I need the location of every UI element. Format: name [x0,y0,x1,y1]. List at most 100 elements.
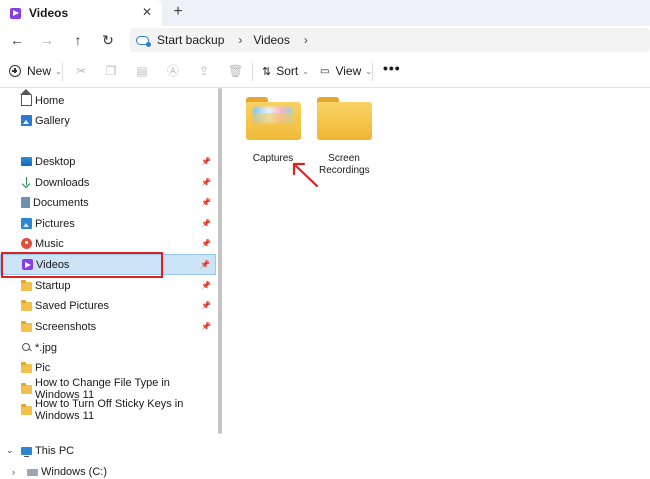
sidebar-item-gallery[interactable]: Gallery [0,110,216,131]
home-icon [20,89,32,106]
close-tab-icon[interactable]: ✕ [142,5,152,19]
pin-icon[interactable]: 📌 [200,260,210,269]
pin-icon[interactable]: 📌 [201,322,211,331]
chevron-down-icon: ⌄ [365,66,372,76]
delete-icon[interactable]: 🗑 [228,64,243,78]
share-icon[interactable]: ⇪ [197,64,211,78]
sidebar-item-label: This PC [35,444,75,457]
new-tab-button[interactable]: + [170,3,186,21]
chevron-right-icon[interactable]: › [304,33,308,47]
sidebar-item-label: Pic [35,361,51,374]
videos-icon [10,7,21,19]
breadcrumb-start-backup[interactable]: Start backup [157,33,224,47]
sidebar-item-label: Saved Pictures [35,299,109,312]
new-label: New [27,64,52,78]
rename-icon[interactable]: Ⓐ [166,64,180,78]
sidebar-item-pic[interactable]: Pic [0,357,216,378]
folder-icon [21,383,32,394]
divider [252,63,253,81]
chevron-right-icon[interactable]: › [238,33,242,47]
sidebar-item-label: Home [35,94,65,107]
sidebar-item-pictures[interactable]: Pictures 📌 [0,213,216,234]
view-icon: ▭ [320,65,330,77]
navigation-bar: ← → ↑ ↻ Start backup › Videos › [0,26,650,54]
sidebar-item-music[interactable]: Music 📌 [0,233,216,254]
folder-label: Screen Recordings [319,153,370,176]
chevron-down-icon[interactable]: ⌄ [6,445,14,456]
pin-icon[interactable]: 📌 [201,219,211,228]
divider [62,63,63,81]
sidebar-item-label: Music [35,237,64,250]
paste-icon[interactable]: ▤ [135,64,149,78]
document-icon [21,197,30,208]
forward-button[interactable]: → [38,31,56,49]
up-button[interactable]: ↑ [69,31,87,49]
copy-icon[interactable]: ❐ [104,64,118,78]
folder-captures[interactable]: Captures [237,97,309,165]
folder-icon [21,321,32,332]
pin-icon[interactable]: 📌 [201,157,211,166]
folder-icon [245,97,301,142]
sidebar-item-sticky-keys[interactable]: How to Turn Off Sticky Keys in Windows 1… [0,397,216,422]
sidebar-item-saved-pictures[interactable]: Saved Pictures 📌 [0,295,216,316]
address-bar[interactable]: Start backup › Videos › [130,28,650,52]
music-icon [21,238,32,249]
sidebar-item-label: Screenshots [35,320,97,333]
sidebar-item-label: Windows (C:) [41,465,108,478]
folder-icon [21,300,32,311]
pin-icon[interactable]: 📌 [201,198,211,207]
search-icon [21,342,32,353]
sidebar-scrollbar[interactable] [218,88,222,434]
download-icon [21,177,32,188]
divider [372,63,373,81]
sidebar-item-label: *.jpg [35,341,58,354]
sidebar-item-downloads[interactable]: Downloads 📌 [0,172,216,193]
chevron-down-icon: ⌄ [302,66,309,76]
sidebar-item-change-file-type[interactable]: How to Change File Type in Windows 11 [0,377,216,401]
pin-icon[interactable]: 📌 [201,239,211,248]
chevron-right-icon[interactable]: › [12,467,15,477]
sidebar-item-label: Videos [36,258,70,271]
videos-icon [22,259,33,270]
sidebar-item-videos[interactable]: Videos 📌 [0,254,216,275]
annotation-arrow-icon [292,162,319,188]
breadcrumb-videos[interactable]: Videos [253,33,289,47]
sidebar-item-label: Downloads [35,176,90,189]
sidebar-item-screenshots[interactable]: Screenshots 📌 [0,316,216,337]
pin-icon[interactable]: 📌 [201,301,211,310]
view-button[interactable]: ▭ View ⌄ [320,64,372,78]
sidebar-item-this-pc[interactable]: ⌄ This PC [0,440,216,461]
pin-icon[interactable]: 📌 [201,281,211,290]
drive-icon [27,469,38,476]
sidebar-item-label: Startup [35,279,71,292]
sort-label: Sort [276,64,299,78]
sidebar-item-windows-c[interactable]: › Windows (C:) [0,461,216,479]
sidebar-item-label: Pictures [35,217,75,230]
sidebar-item-jpg-search[interactable]: *.jpg [0,337,216,358]
tab-bar: Videos ✕ + [0,0,650,26]
sidebar-item-desktop[interactable]: Desktop 📌 [0,151,216,172]
refresh-button[interactable]: ↻ [99,31,117,49]
sidebar-item-home[interactable]: Home [0,89,216,111]
cloud-icon [136,35,151,47]
tab-videos[interactable]: Videos ✕ [0,0,162,26]
pin-icon[interactable]: 📌 [201,178,211,187]
more-options-button[interactable]: ••• [383,60,401,76]
sidebar-item-startup[interactable]: Startup 📌 [0,275,216,296]
sidebar-item-documents[interactable]: Documents 📌 [0,192,216,213]
folder-icon [21,362,32,373]
view-label: View [335,64,362,78]
navigation-pane: Home Gallery Desktop 📌 Downloads 📌 Docum… [0,88,218,479]
cut-icon[interactable]: ✂ [74,64,88,78]
sidebar-item-label: Desktop [35,155,76,168]
sort-button[interactable]: ⇅ Sort ⌄ [262,64,309,78]
folder-icon [21,404,32,415]
folder-icon [21,280,32,291]
back-button[interactable]: ← [8,31,26,49]
desktop-icon [21,157,32,166]
pictures-icon [21,218,32,229]
new-button[interactable]: New ⌄ [9,64,62,78]
sidebar-item-label: How to Turn Off Sticky Keys in Windows 1… [35,397,184,422]
sidebar-item-label: Documents [33,196,89,209]
gallery-icon [21,115,32,126]
